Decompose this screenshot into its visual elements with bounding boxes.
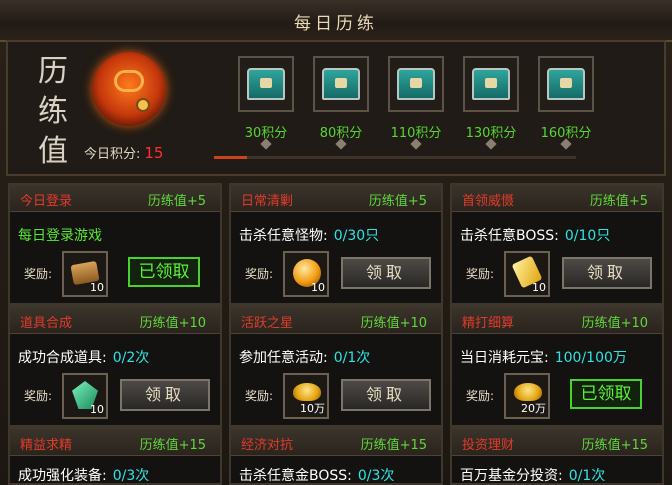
task-value: 历练值+5	[147, 194, 206, 209]
chest-icon[interactable]	[238, 56, 294, 112]
claim-button[interactable]: 领取	[562, 257, 652, 289]
task-description: 成功强化装备: 0/3次	[18, 468, 150, 484]
task-name: 精益求精	[20, 438, 73, 453]
title-bar: 每日历练	[0, 0, 672, 42]
task-value: 历练值+5	[368, 194, 427, 209]
task-card: 投资理财 历练值+15 百万基金分投资: 0/1次	[450, 427, 664, 485]
lucky-bag-icon	[92, 52, 166, 126]
claim-button[interactable]: 领取	[120, 379, 210, 411]
window-title: 每日历练	[294, 14, 378, 34]
task-description: 成功合成道具: 0/2次	[18, 350, 150, 366]
reward-label: 奖励:	[245, 267, 274, 281]
reward-label: 奖励:	[24, 267, 53, 281]
daily-training-window: 每日历练 历练值 今日积分: 15 30积分 80积分 110积分 130积分 1…	[0, 0, 672, 485]
score-progress-fill	[214, 156, 247, 159]
reward-label: 奖励:	[466, 267, 495, 281]
task-value: 历练值+15	[139, 438, 206, 453]
task-value: 历练值+15	[360, 438, 427, 453]
chest-icon[interactable]	[463, 56, 519, 112]
task-card: 精打细算 历练值+10 当日消耗元宝: 100/100万 奖励: 20万 已领取	[450, 305, 664, 427]
gold-ingot-icon	[293, 383, 321, 401]
task-name: 日常清剿	[241, 194, 294, 209]
reward-slot[interactable]: 10	[283, 251, 329, 297]
task-card: 今日登录 历练值+5 每日登录游戏 奖励: 10 已领取	[8, 183, 222, 305]
task-description: 每日登录游戏	[18, 228, 102, 244]
claimed-badge: 已领取	[570, 379, 642, 409]
task-name: 首领威慑	[462, 194, 515, 209]
task-value: 历练值+10	[139, 316, 206, 331]
reward-slot[interactable]: 10万	[283, 373, 329, 419]
claimed-badge: 已领取	[128, 257, 200, 287]
chest-icon[interactable]	[313, 56, 369, 112]
reward-label: 奖励:	[245, 389, 274, 403]
score-progress-bar	[214, 156, 576, 159]
task-card: 经济对抗 历练值+15 击杀任意金BOSS: 0/3次	[229, 427, 443, 485]
task-name: 今日登录	[20, 194, 73, 209]
reward-slot[interactable]: 10	[62, 373, 108, 419]
chest-icon[interactable]	[538, 56, 594, 112]
task-description: 击杀任意怪物: 0/30只	[239, 228, 380, 244]
reward-slot[interactable]: 10	[504, 251, 550, 297]
emblem-calligraphy: 历练值	[38, 54, 68, 169]
task-name: 道具合成	[20, 316, 73, 331]
reward-slot[interactable]: 10	[62, 251, 108, 297]
task-name: 活跃之星	[241, 316, 294, 331]
task-value: 历练值+5	[589, 194, 648, 209]
chest-icon[interactable]	[388, 56, 444, 112]
task-value: 历练值+10	[581, 316, 648, 331]
task-card: 日常清剿 历练值+5 击杀任意怪物: 0/30只 奖励: 10 领取	[229, 183, 443, 305]
reward-label: 奖励:	[24, 389, 53, 403]
reward-slot[interactable]: 20万	[504, 373, 550, 419]
claim-button[interactable]: 领取	[341, 257, 431, 289]
task-description: 当日消耗元宝: 100/100万	[460, 350, 627, 366]
reward-label: 奖励:	[466, 389, 495, 403]
task-card: 道具合成 历练值+10 成功合成道具: 0/2次 奖励: 10 领取	[8, 305, 222, 427]
task-description: 击杀任意金BOSS: 0/3次	[239, 468, 395, 484]
task-value: 历练值+10	[360, 316, 427, 331]
task-card: 精益求精 历练值+15 成功强化装备: 0/3次	[8, 427, 222, 485]
task-description: 击杀任意BOSS: 0/10只	[460, 228, 611, 244]
claim-button[interactable]: 领取	[341, 379, 431, 411]
today-score: 今日积分: 15	[84, 143, 163, 162]
task-description: 百万基金分投资: 0/1次	[460, 468, 606, 484]
gold-ingot-icon	[514, 383, 542, 401]
today-score-value: 15	[144, 144, 164, 162]
today-score-label: 今日积分:	[84, 147, 141, 162]
task-description: 参加任意活动: 0/1次	[239, 350, 371, 366]
task-name: 投资理财	[462, 438, 515, 453]
task-name: 经济对抗	[241, 438, 294, 453]
task-card: 首领威慑 历练值+5 击杀任意BOSS: 0/10只 奖励: 10 领取	[450, 183, 664, 305]
task-card: 活跃之星 历练值+10 参加任意活动: 0/1次 奖励: 10万 领取	[229, 305, 443, 427]
task-value: 历练值+15	[581, 438, 648, 453]
task-name: 精打细算	[462, 316, 515, 331]
